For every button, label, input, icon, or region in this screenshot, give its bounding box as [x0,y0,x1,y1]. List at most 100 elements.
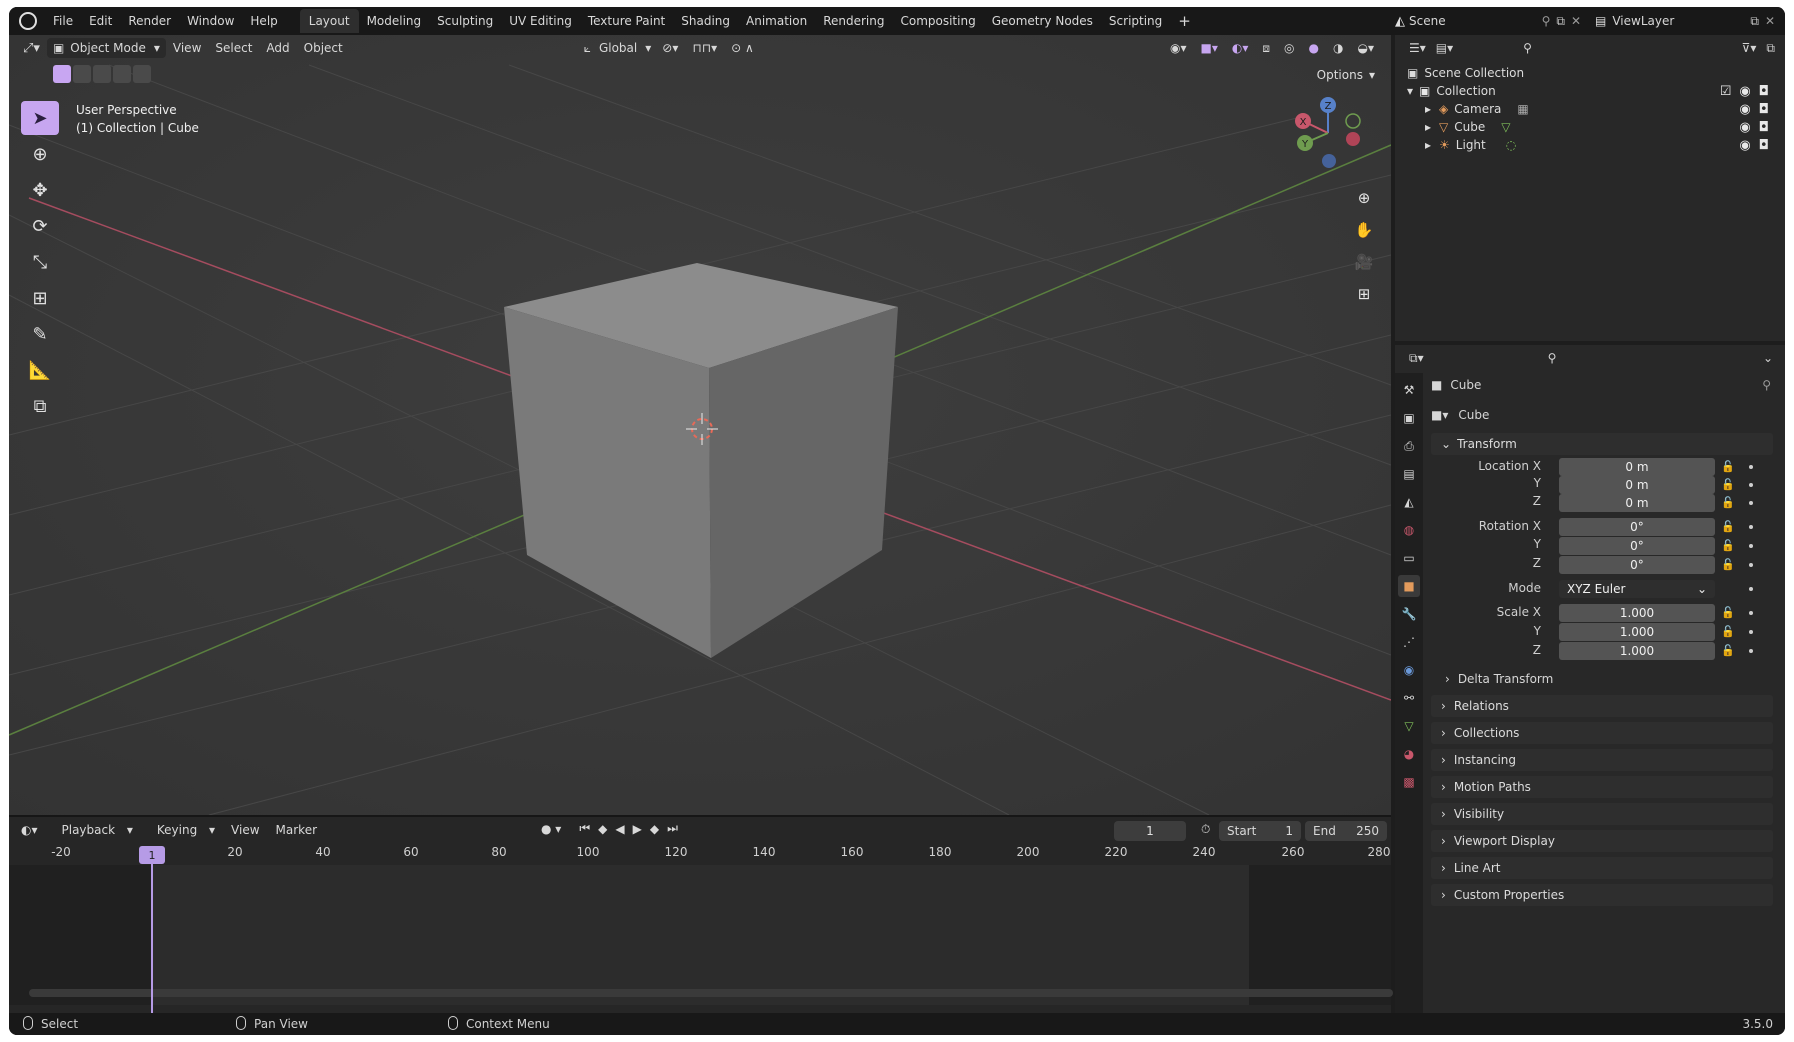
xray-icon[interactable]: ⧈ [1255,41,1277,56]
filter-icon[interactable]: ⊽▾ [1742,41,1767,55]
scene-selector[interactable]: ◭ Scene ⚲ ⧉ ✕ [1391,11,1581,31]
menu-marker[interactable]: Marker [268,823,325,837]
options-dropdown[interactable]: Options ▾ [1311,65,1381,85]
location-z-field[interactable]: 0 m [1559,494,1715,512]
lock-icon[interactable]: 🔓 [1721,478,1735,491]
keyframe-dot-icon[interactable] [1749,630,1753,634]
panel-motion-paths[interactable]: › Motion Paths [1431,776,1773,798]
camera-render-icon[interactable]: ◘ [1759,138,1769,153]
lock-icon[interactable]: 🔓 [1721,520,1735,533]
outliner-editor-icon[interactable]: ☰▾ [1395,41,1436,55]
particles-tab-icon[interactable]: ⋰ [1398,631,1420,653]
menu-timeline-view[interactable]: View [223,823,267,837]
delete-view-layer-icon[interactable]: ✕ [1765,14,1779,28]
expand-arrow-icon[interactable]: ▸ [1425,120,1439,134]
menu-window[interactable]: Window [179,14,242,28]
stopwatch-icon[interactable]: ⏱ [1193,822,1218,837]
rotation-mode-dropdown[interactable]: XYZ Euler ⌄ [1559,580,1715,598]
properties-editor-icon[interactable]: ⧉▾ [1395,351,1432,366]
panel-viewport-display[interactable]: › Viewport Display [1431,830,1773,852]
lock-icon[interactable]: 🔓 [1721,558,1735,571]
scale-tool-icon[interactable]: ⤡ [21,245,59,279]
modifier-tab-icon[interactable]: 🔧 [1398,603,1420,625]
render-tab-icon[interactable]: ▣ [1398,407,1420,429]
keyframe-dot-icon[interactable] [1749,611,1753,615]
lock-icon[interactable]: 🔓 [1721,644,1735,657]
panel-line-art[interactable]: › Line Art [1431,857,1773,879]
move-tool-icon[interactable]: ✥ [21,173,59,207]
expand-arrow-icon[interactable]: ▸ [1425,138,1439,152]
menu-add[interactable]: Add [259,41,296,55]
search-icon[interactable]: ⚲ [1523,41,1532,55]
checkbox-icon[interactable]: ☑ [1720,84,1732,99]
panel-visibility[interactable]: › Visibility [1431,803,1773,825]
auto-keying-icon[interactable]: ● ▾ [541,822,575,836]
material-tab-icon[interactable]: ◕ [1398,743,1420,765]
transform-orientation[interactable]: ⟀ Global ▾ [580,41,656,56]
wireframe-shading-icon[interactable]: ◎ [1277,41,1301,55]
data-tab-icon[interactable]: ▽ [1398,715,1420,737]
transform-panel-header[interactable]: ⌄ Transform [1431,433,1773,455]
keyframe-dot-icon[interactable] [1749,563,1753,567]
menu-object[interactable]: Object [297,41,350,55]
scene-collection-row[interactable]: ▣ Scene Collection [1407,63,1524,83]
tool-tab-icon[interactable]: ⚒ [1398,379,1420,401]
view-layer-tab-icon[interactable]: ▤ [1398,463,1420,485]
tab-animation[interactable]: Animation [738,14,815,28]
select-box-tool-icon[interactable]: ➤ [21,101,59,135]
scale-z-field[interactable]: 1.000 [1559,642,1715,660]
lock-icon[interactable]: 🔓 [1721,496,1735,509]
keyframe-dot-icon[interactable] [1749,544,1753,548]
outliner-item-camera[interactable]: ▸ ◈ Camera ▦ ◉ ◘ [1425,99,1773,119]
world-tab-icon[interactable]: ◍ [1398,519,1420,541]
cursor-tool-icon[interactable]: ⊕ [21,137,59,171]
snap-icon[interactable]: ⊓⊓▾ [685,41,724,55]
keyframe-dot-icon[interactable] [1749,649,1753,653]
expand-arrow-icon[interactable]: ▾ [1407,84,1419,98]
light-data-icon[interactable]: ◌ [1486,138,1516,152]
start-frame-field[interactable]: Start 1 [1219,821,1301,841]
tab-shading[interactable]: Shading [673,14,738,28]
blender-logo-icon[interactable] [19,12,37,30]
rotate-tool-icon[interactable]: ⟳ [21,209,59,243]
tab-compositing[interactable]: Compositing [892,14,983,28]
add-cube-tool-icon[interactable]: ⧉ [21,389,59,423]
transform-tool-icon[interactable]: ⊞ [21,281,59,315]
visibility-icon[interactable]: ◉▾ [1163,41,1194,55]
jump-start-icon[interactable]: ⏮ [575,821,594,836]
tab-texture-paint[interactable]: Texture Paint [580,14,673,28]
rotation-z-field[interactable]: 0° [1559,556,1715,574]
keyframe-dot-icon[interactable] [1749,483,1753,487]
constraints-tab-icon[interactable]: ⚯ [1398,687,1420,709]
lock-icon[interactable]: 🔓 [1721,625,1735,638]
location-y-field[interactable]: 0 m [1559,476,1715,494]
play-icon[interactable]: ▶ [629,822,646,836]
jump-end-icon[interactable]: ⏭ [663,821,682,836]
tab-uv-editing[interactable]: UV Editing [501,14,580,28]
outliner-item-light[interactable]: ▸ ☀ Light ◌ ◉ ◘ [1425,135,1773,155]
delete-scene-icon[interactable]: ✕ [1571,14,1581,28]
search-icon[interactable]: ⚲ [1548,351,1557,365]
camera-render-icon[interactable]: ◘ [1759,84,1769,99]
mode-selector[interactable]: ▣ Object Mode ▾ [46,38,166,58]
menu-edit[interactable]: Edit [81,14,120,28]
current-frame-field[interactable]: 1 [1114,821,1186,841]
scale-y-field[interactable]: 1.000 [1559,623,1715,641]
overlay-toggle-icon[interactable]: ◐▾ [1225,41,1256,55]
lock-icon[interactable]: 🔓 [1721,606,1735,619]
timeline-editor[interactable]: ◐▾ Playback ▾ Keying ▾ View Marker ● ▾ ⏮… [9,815,1393,1013]
solid-shading-icon[interactable]: ● [1302,41,1326,55]
play-reverse-icon[interactable]: ◀ [611,822,628,836]
select-intersect-icon[interactable] [133,65,151,83]
editor-type-icon[interactable]: ⤢▾ [9,41,47,56]
keyframe-dot-icon[interactable] [1749,465,1753,469]
outliner[interactable]: ☰▾ ▤▾ ⚲ ⊽▾ ⧉ ▣ Scene Collection ▾ ▣ Coll… [1395,35,1785,341]
menu-view[interactable]: View [166,41,208,55]
rotation-y-field[interactable]: 0° [1559,537,1715,555]
select-subtract-icon[interactable] [93,65,111,83]
menu-keying[interactable]: Keying ▾ [141,823,223,837]
frame-ruler[interactable]: -20 20 40 60 80 100 120 140 160 180 200 … [9,845,1391,865]
camera-data-icon[interactable]: ▦ [1501,102,1528,116]
select-new-icon[interactable] [53,65,71,83]
tab-scripting[interactable]: Scripting [1101,14,1170,28]
